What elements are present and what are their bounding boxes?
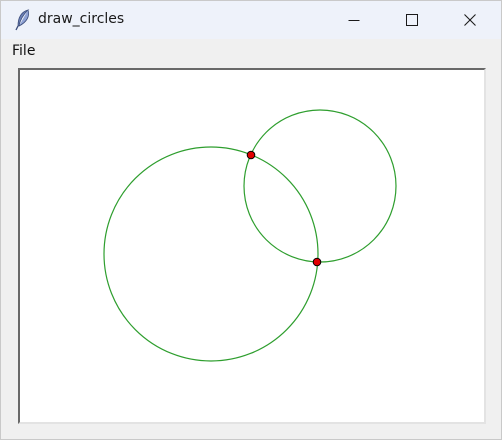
menu-file[interactable]: File [11,43,36,59]
menu-bar: File [1,39,501,63]
window-title: draw_circles [38,11,125,27]
maximize-button[interactable] [389,1,435,39]
circle-small [243,109,397,263]
app-window: draw_circles File [0,0,502,440]
canvas-drawing [103,109,397,362]
drawing-canvas[interactable] [18,68,486,424]
feather-icon [13,9,33,31]
title-bar[interactable]: draw_circles [1,1,501,39]
minimize-icon [348,11,360,30]
close-icon [464,11,476,30]
minimize-button[interactable] [331,1,377,39]
maximize-icon [406,11,418,30]
intersection-point-top [246,150,256,160]
intersection-point-bottom [312,257,322,267]
close-button[interactable] [447,1,493,39]
